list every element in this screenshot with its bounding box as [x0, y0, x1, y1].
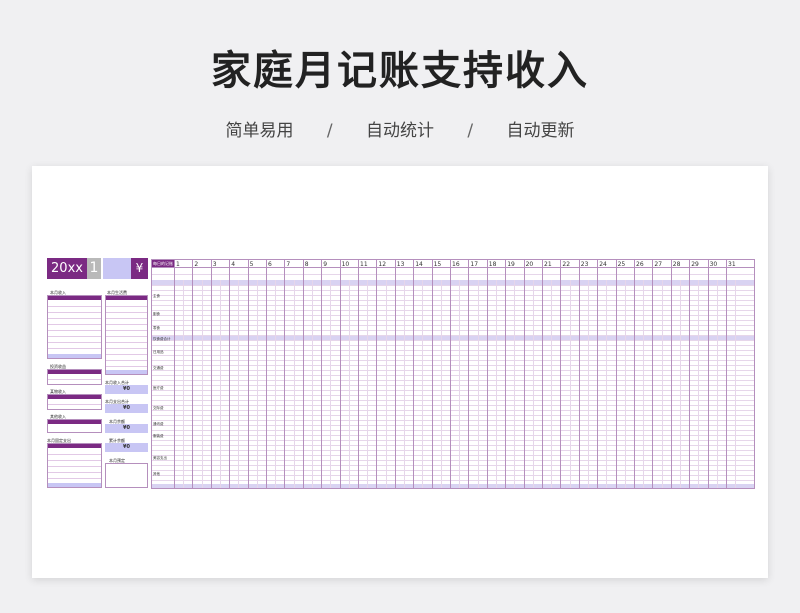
- table-header: [48, 444, 101, 448]
- budget-box[interactable]: [105, 463, 148, 488]
- feature-item: 自动统计: [366, 121, 434, 141]
- table-header: [48, 395, 101, 399]
- balance-value: ¥0: [105, 424, 148, 433]
- category-label: 日用品: [153, 350, 164, 354]
- table-header: [106, 296, 147, 300]
- spreadsheet-preview: 20xx 1 ¥ 本月收入 投资收益 某物收入 其他收入 本月固定支出 本月生活…: [47, 258, 755, 490]
- expense-total-value: ¥0: [105, 404, 148, 413]
- table-header: [48, 296, 101, 300]
- table-total-row: [48, 354, 101, 358]
- category-label: 美容支出: [153, 456, 167, 460]
- category-label: 主食: [153, 294, 160, 298]
- separator: /: [467, 121, 474, 141]
- category-label: 通讯费: [153, 422, 164, 426]
- feature-item: 自动更新: [506, 121, 575, 141]
- table-header: [48, 370, 101, 374]
- table-total-row: [48, 483, 101, 487]
- month-cell[interactable]: 1: [87, 258, 101, 279]
- other-income-2-table: [47, 419, 102, 433]
- cumulative-value: ¥0: [105, 443, 148, 452]
- table-total-row: [106, 370, 147, 374]
- monthly-income-table: [47, 295, 102, 359]
- category-label: 交通费: [153, 366, 164, 370]
- category-label: 副食: [153, 312, 160, 316]
- daily-grid: 每日的记账 1 2 3 4 5 6 7 8 9 10 11 12 13 14 15 16 17 18 19 20 21 2…: [151, 259, 755, 489]
- fixed-expense-table: [47, 443, 102, 488]
- other-income-table: [47, 394, 102, 410]
- category-label: 交际费: [153, 406, 164, 410]
- category-label: 零食: [153, 326, 160, 330]
- daily-header: 每日的记账: [152, 260, 174, 267]
- feature-list: 简单易用 / 自动统计 / 自动更新: [0, 116, 800, 141]
- category-label: 医疗费: [153, 386, 164, 390]
- daily-total-row: [152, 484, 754, 488]
- table-header: [48, 420, 101, 424]
- month-label-cell: [103, 258, 131, 279]
- category-label: 饮食费合计: [153, 337, 171, 341]
- living-expense-table: [105, 295, 148, 375]
- feature-item: 简单易用: [225, 121, 294, 141]
- category-label: 服装费: [153, 434, 164, 438]
- income-total-value: ¥0: [105, 385, 148, 394]
- separator: /: [326, 121, 333, 141]
- currency-cell: ¥: [131, 258, 148, 279]
- investment-table: [47, 369, 102, 385]
- page-title: 家庭月记账支持收入: [211, 48, 589, 94]
- category-label: 其他: [153, 472, 160, 476]
- year-cell[interactable]: 20xx: [47, 258, 87, 279]
